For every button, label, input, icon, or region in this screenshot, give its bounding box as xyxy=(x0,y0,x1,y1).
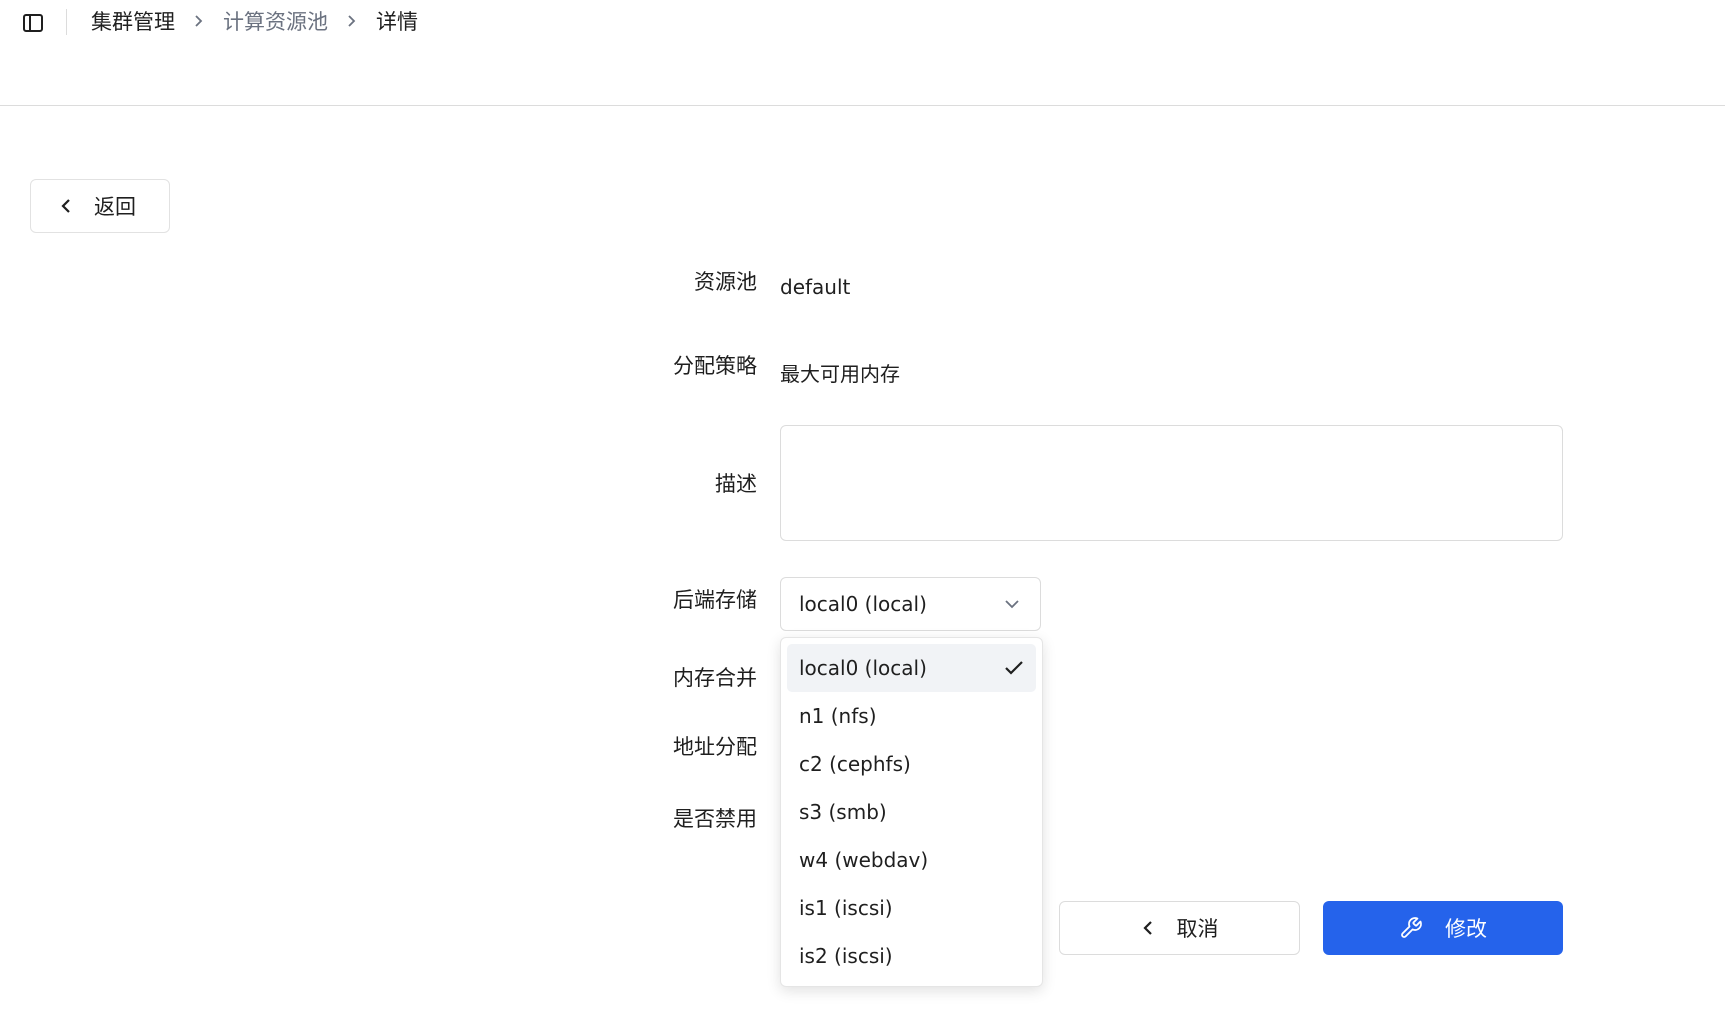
pool-value: default xyxy=(780,275,851,299)
modify-button-label: 修改 xyxy=(1445,918,1487,941)
cancel-button-label: 取消 xyxy=(1176,917,1219,941)
chevron-left-icon xyxy=(59,197,79,215)
storage-option-label: c2 (cephfs) xyxy=(799,752,911,776)
chevron-down-icon xyxy=(1004,598,1020,610)
storage-select-value: local0 (local) xyxy=(799,592,927,616)
back-button[interactable]: 返回 xyxy=(30,179,170,233)
header-divider xyxy=(66,9,67,35)
storage-option-label: is2 (iscsi) xyxy=(799,944,893,968)
storage-option-label: n1 (nfs) xyxy=(799,704,877,728)
storage-dropdown: local0 (local) n1 (nfs) c2 (cephfs) s3 (… xyxy=(780,637,1043,987)
strategy-value: 最大可用内存 xyxy=(780,362,900,386)
strategy-label: 分配策略 xyxy=(673,354,757,378)
storage-option[interactable]: is1 (iscsi) xyxy=(787,884,1036,932)
description-label: 描述 xyxy=(715,472,757,496)
disabled-label: 是否禁用 xyxy=(673,807,757,831)
chevron-right-icon xyxy=(175,14,223,28)
storage-option[interactable]: c2 (cephfs) xyxy=(787,740,1036,788)
storage-option-label: s3 (smb) xyxy=(799,800,887,824)
storage-option[interactable]: local0 (local) xyxy=(787,644,1036,692)
panel-left-icon[interactable] xyxy=(20,10,46,36)
storage-option[interactable]: w4 (webdav) xyxy=(787,836,1036,884)
storage-label: 后端存储 xyxy=(673,588,757,612)
breadcrumb-detail: 详情 xyxy=(376,10,418,34)
storage-option[interactable]: is2 (iscsi) xyxy=(787,932,1036,980)
cancel-button[interactable]: 取消 xyxy=(1059,901,1300,955)
chevron-right-icon xyxy=(328,14,376,28)
storage-option[interactable]: s3 (smb) xyxy=(787,788,1036,836)
storage-option-label: local0 (local) xyxy=(799,656,927,680)
storage-option[interactable]: n1 (nfs) xyxy=(787,692,1036,740)
breadcrumb: 集群管理 计算资源池 详情 xyxy=(91,5,418,37)
top-bar: 集群管理 计算资源池 详情 xyxy=(0,0,1725,106)
back-button-label: 返回 xyxy=(94,195,136,219)
description-textarea[interactable] xyxy=(780,425,1563,541)
modify-button[interactable]: 修改 xyxy=(1323,901,1563,955)
storage-select[interactable]: local0 (local) xyxy=(780,577,1041,631)
chevron-left-icon xyxy=(1141,919,1155,937)
storage-option-label: is1 (iscsi) xyxy=(799,896,893,920)
pool-label: 资源池 xyxy=(694,270,757,294)
wrench-icon xyxy=(1399,916,1423,940)
breadcrumb-compute-pool[interactable]: 计算资源池 xyxy=(223,6,328,36)
address-alloc-label: 地址分配 xyxy=(673,735,757,759)
check-icon xyxy=(1004,660,1024,676)
breadcrumb-cluster-management[interactable]: 集群管理 xyxy=(91,6,175,36)
storage-option-label: w4 (webdav) xyxy=(799,848,929,872)
memory-merge-label: 内存合并 xyxy=(673,666,757,690)
